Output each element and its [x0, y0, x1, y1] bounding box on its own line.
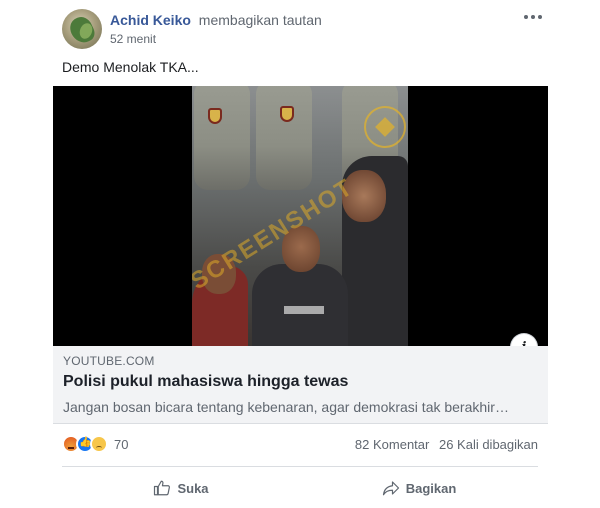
shirt-print — [284, 306, 324, 314]
feed-post: Achid Keiko membagikan tautan 52 menit D… — [0, 0, 600, 508]
badge-icon — [208, 108, 222, 124]
student-figure — [252, 264, 348, 346]
thumbs-up-icon — [154, 480, 171, 496]
more-options-button[interactable] — [520, 10, 546, 24]
share-label: Bagikan — [405, 480, 457, 496]
author-name[interactable]: Achid Keiko — [110, 12, 191, 28]
share-button[interactable]: Bagikan — [300, 472, 538, 504]
author-avatar[interactable] — [62, 9, 102, 49]
comments-count[interactable]: 82 Komentar — [355, 437, 429, 452]
dot-icon — [538, 15, 542, 19]
post-actions: Suka Bagikan — [62, 472, 538, 504]
like-button[interactable]: Suka — [62, 472, 300, 504]
dot-icon — [524, 15, 528, 19]
divider — [62, 466, 538, 467]
link-domain: YOUTUBE.COM — [63, 354, 155, 368]
reactions-summary[interactable]: 70 — [62, 434, 128, 454]
info-icon[interactable]: i — [511, 334, 537, 346]
post-header: Achid Keiko membagikan tautan — [110, 12, 322, 28]
link-details[interactable]: YOUTUBE.COM Polisi pukul mahasiswa hingg… — [53, 346, 548, 424]
like-label: Suka — [177, 480, 209, 496]
officer-figure — [194, 86, 250, 190]
link-title[interactable]: Polisi pukul mahasiswa hingga tewas — [63, 373, 348, 391]
shares-count[interactable]: 26 Kali dibagikan — [439, 437, 538, 452]
sad-icon — [90, 435, 108, 453]
badge-icon — [280, 106, 294, 122]
link-description: Jangan bosan bicara tentang kebenaran, a… — [63, 399, 509, 415]
link-preview[interactable]: SCREENSHOT i YOUTUBE.COM Polisi pukul ma… — [53, 86, 548, 424]
share-action-text: membagikan tautan — [198, 12, 322, 28]
video-thumbnail[interactable]: SCREENSHOT i — [53, 86, 548, 346]
dot-icon — [531, 15, 535, 19]
video-frame: SCREENSHOT — [192, 86, 408, 346]
engagement-stats: 82 Komentar 26 Kali dibagikan — [355, 437, 538, 452]
officer-figure — [256, 86, 312, 190]
reaction-count: 70 — [114, 436, 129, 452]
share-arrow-icon — [382, 481, 399, 496]
post-timestamp[interactable]: 52 menit — [110, 32, 156, 46]
post-text: Demo Menolak TKA... — [62, 59, 199, 75]
